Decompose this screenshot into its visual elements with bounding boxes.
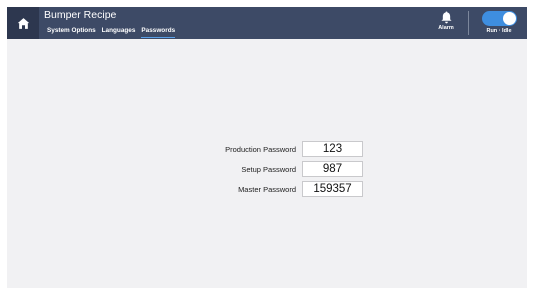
- alarm-label: Alarm: [438, 25, 454, 31]
- bell-icon: [440, 11, 452, 24]
- header-divider: [468, 11, 469, 35]
- alarm-button[interactable]: Alarm: [429, 11, 463, 37]
- tab-languages[interactable]: Languages: [102, 26, 136, 38]
- tab-system-options[interactable]: System Options: [47, 26, 96, 38]
- header-bar: Bumper Recipe System Options Languages P…: [7, 7, 527, 39]
- setup-password-row: Setup Password: [7, 161, 296, 178]
- home-button[interactable]: [7, 7, 39, 39]
- tab-bar: System Options Languages Passwords: [47, 26, 176, 38]
- production-password-label: Production Password: [225, 145, 296, 154]
- production-password-input[interactable]: 123: [302, 141, 363, 157]
- setup-password-input[interactable]: 987: [302, 161, 363, 177]
- run-idle-toggle[interactable]: [481, 11, 517, 26]
- master-password-input[interactable]: 159357: [302, 181, 363, 197]
- production-password-row: Production Password: [7, 141, 296, 158]
- master-password-label: Master Password: [238, 185, 296, 194]
- tab-passwords[interactable]: Passwords: [141, 26, 176, 38]
- master-password-row: Master Password: [7, 181, 296, 198]
- home-icon: [17, 17, 29, 29]
- setup-password-label: Setup Password: [241, 165, 296, 174]
- app-title: Bumper Recipe: [44, 9, 117, 21]
- toggle-knob: [502, 12, 516, 25]
- run-idle-label: Run · Idle: [486, 28, 512, 34]
- app-frame: Bumper Recipe System Options Languages P…: [7, 7, 527, 288]
- run-idle-control: Run · Idle: [477, 11, 521, 37]
